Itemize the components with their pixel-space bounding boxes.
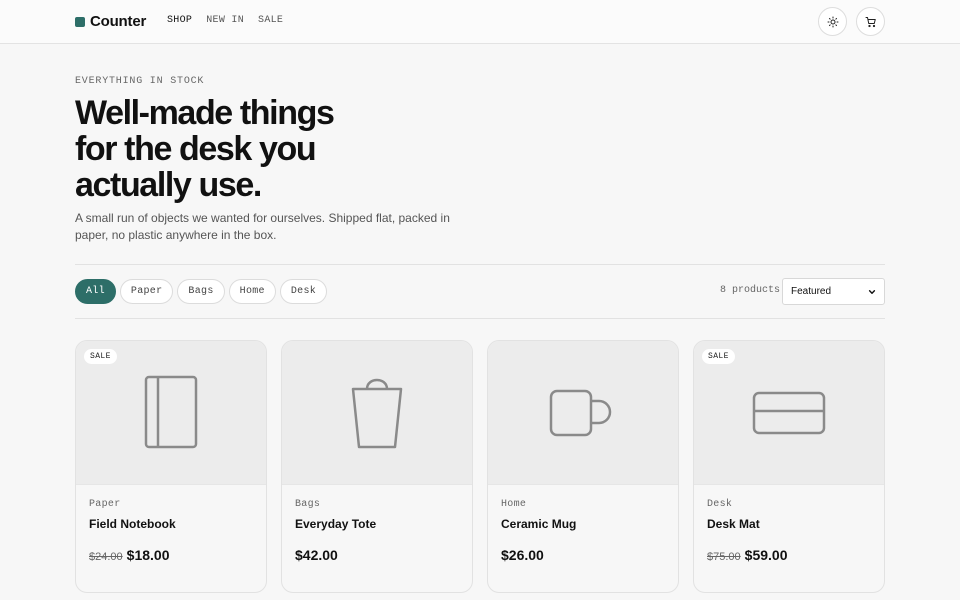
- product-image: [488, 341, 678, 485]
- product-card[interactable]: Bags Everyday Tote $42.00: [281, 340, 473, 593]
- site-header: Counter SHOP NEW IN SALE: [0, 0, 960, 44]
- product-name: Everyday Tote: [295, 517, 377, 531]
- logo[interactable]: Counter: [75, 13, 146, 30]
- product-category: Bags: [295, 499, 321, 510]
- filter-chip-desk[interactable]: Desk: [279, 279, 328, 304]
- product-category: Home: [501, 499, 527, 510]
- filter-chip-paper[interactable]: Paper: [119, 279, 174, 304]
- product-card[interactable]: SALE Paper Field Notebook $24.00 $18.00: [75, 340, 267, 593]
- tote-bag-icon: [351, 378, 403, 448]
- product-image: SALE: [76, 341, 266, 485]
- main-nav: SHOP NEW IN SALE: [167, 15, 297, 26]
- desk-mat-icon: [752, 391, 826, 434]
- notebook-icon: [144, 375, 198, 448]
- cart-button[interactable]: [856, 7, 885, 36]
- current-price: $59.00: [744, 547, 788, 563]
- chevron-down-icon: [868, 289, 876, 294]
- nav-new-in[interactable]: NEW IN: [206, 15, 244, 26]
- product-card[interactable]: Home Ceramic Mug $26.00: [487, 340, 679, 593]
- product-name: Desk Mat: [707, 517, 760, 531]
- sort-select-value: Featured: [791, 286, 832, 297]
- theme-toggle-button[interactable]: [818, 7, 847, 36]
- nav-sale[interactable]: SALE: [258, 15, 283, 26]
- cart-icon: [865, 16, 876, 27]
- product-image: SALE: [694, 341, 884, 485]
- hero-eyebrow: EVERYTHING IN STOCK: [75, 76, 205, 87]
- product-name: Field Notebook: [89, 517, 176, 531]
- current-price: $42.00: [295, 547, 338, 563]
- original-price: $24.00: [89, 551, 123, 563]
- filter-chip-all[interactable]: All: [75, 279, 116, 304]
- logo-mark: [75, 16, 85, 27]
- filter-chip-bags[interactable]: Bags: [177, 279, 225, 304]
- nav-shop[interactable]: SHOP: [167, 15, 192, 26]
- category-filters: All Paper Bags Home Desk: [75, 279, 331, 304]
- product-price: $75.00 $59.00: [707, 547, 787, 563]
- filter-chip-home[interactable]: Home: [228, 279, 276, 304]
- product-category: Paper: [89, 499, 121, 510]
- product-image: [282, 341, 472, 485]
- product-price: $26.00: [501, 547, 544, 563]
- sale-badge: SALE: [84, 349, 117, 364]
- sort-select[interactable]: Featured: [782, 278, 885, 305]
- hero-lede: A small run of objects we wanted for our…: [75, 211, 450, 242]
- product-grid: SALE Paper Field Notebook $24.00 $18.00 …: [75, 340, 885, 593]
- product-price: $24.00 $18.00: [89, 547, 169, 563]
- current-price: $26.00: [501, 547, 544, 563]
- sun-icon: [827, 16, 838, 27]
- product-category: Desk: [707, 499, 733, 510]
- logo-text: Counter: [90, 13, 147, 30]
- mug-icon: [549, 389, 612, 436]
- hero-title: Well-made things for the desk you actual…: [75, 94, 335, 204]
- divider: [75, 318, 885, 319]
- product-count: 8 products: [720, 285, 781, 296]
- sale-badge: SALE: [702, 349, 735, 364]
- product-card[interactable]: SALE Desk Desk Mat $75.00 $59.00: [693, 340, 885, 593]
- current-price: $18.00: [126, 547, 170, 563]
- original-price: $75.00: [707, 551, 741, 563]
- divider: [75, 264, 885, 265]
- product-name: Ceramic Mug: [501, 517, 577, 531]
- product-price: $42.00: [295, 547, 338, 563]
